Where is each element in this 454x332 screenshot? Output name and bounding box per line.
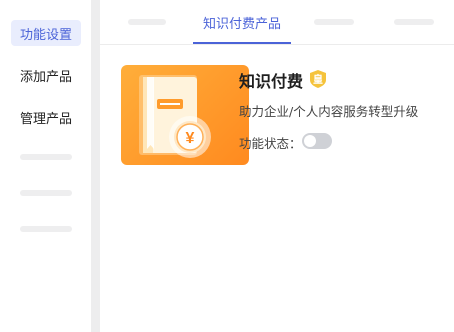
crown-icon: 皇 bbox=[310, 70, 326, 88]
sidebar-item-function-settings[interactable]: 功能设置 bbox=[11, 20, 81, 46]
tab-placeholder[interactable] bbox=[394, 19, 434, 25]
product-description: 助力企业/个人内容服务转型升级 bbox=[239, 104, 419, 119]
sidebar-item-add-product[interactable]: 添加产品 bbox=[11, 62, 81, 88]
function-status-label: 功能状态： bbox=[239, 136, 302, 151]
book-yen-icon: ¥ bbox=[139, 75, 211, 158]
tab-knowledge-products[interactable]: 知识付费产品 bbox=[193, 8, 291, 44]
product-title: 知识付费 bbox=[239, 72, 304, 91]
active-tab-underline bbox=[193, 42, 291, 44]
sidebar-placeholder bbox=[20, 226, 72, 232]
vertical-divider bbox=[91, 0, 100, 332]
product-thumbnail: ¥ bbox=[121, 65, 249, 165]
svg-text:¥: ¥ bbox=[186, 130, 195, 147]
sidebar-item-label: 管理产品 bbox=[19, 111, 72, 127]
sidebar: 功能设置 添加产品 管理产品 bbox=[0, 0, 91, 332]
sidebar-item-label: 功能设置 bbox=[19, 27, 72, 43]
svg-text:皇: 皇 bbox=[313, 73, 323, 86]
toggle-knob bbox=[304, 135, 316, 147]
sidebar-item-label: 添加产品 bbox=[19, 69, 72, 85]
tab-placeholder[interactable] bbox=[128, 19, 166, 25]
tab-placeholder[interactable] bbox=[314, 19, 354, 25]
sidebar-placeholder bbox=[20, 190, 72, 196]
tab-label: 知识付费产品 bbox=[202, 17, 281, 32]
sidebar-item-manage-products[interactable]: 管理产品 bbox=[11, 104, 81, 130]
sidebar-placeholder bbox=[20, 154, 72, 160]
function-status-toggle[interactable] bbox=[302, 133, 332, 149]
